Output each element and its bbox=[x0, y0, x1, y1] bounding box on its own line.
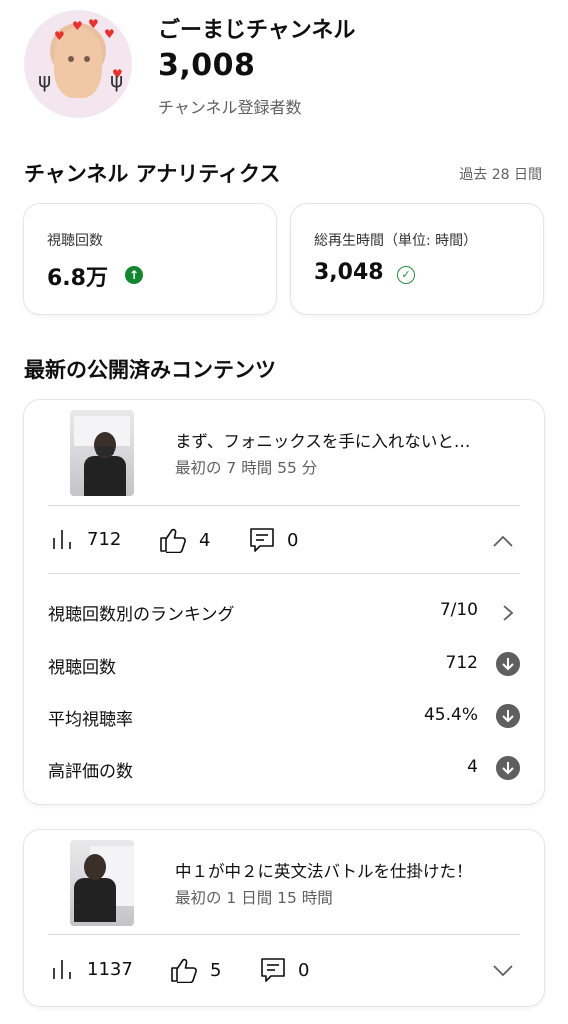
video-subtitle: 最初の 7 時間 55 分 bbox=[175, 459, 318, 477]
comment-icon bbox=[250, 528, 274, 552]
detail-label: 視聴回数 bbox=[48, 658, 116, 678]
divider bbox=[48, 505, 520, 506]
heart-icon: ♥ bbox=[88, 17, 99, 31]
avatar-eye bbox=[84, 56, 90, 62]
detail-value: 4 bbox=[467, 757, 478, 777]
person-body bbox=[74, 878, 116, 922]
content-card: まず、フォニックスを手に入れないと… 最初の 7 時間 55 分 712 4 0… bbox=[24, 400, 544, 804]
heart-icon: ♥ bbox=[104, 27, 115, 41]
bar-chart-icon bbox=[53, 960, 71, 979]
channel-name: ごーまじチャンネル bbox=[158, 18, 356, 43]
views-count: 1137 bbox=[87, 958, 133, 980]
detail-label: 高評価の数 bbox=[48, 762, 133, 782]
arrow-down-circle-icon bbox=[496, 704, 520, 728]
video-thumbnail[interactable] bbox=[70, 840, 134, 926]
video-title[interactable]: まず、フォニックスを手に入れないと… bbox=[175, 428, 527, 452]
hand-icon: ψ bbox=[110, 68, 124, 92]
person-mask bbox=[96, 446, 114, 456]
arrow-down-circle-icon bbox=[496, 652, 520, 676]
chevron-down-icon[interactable] bbox=[492, 964, 514, 978]
comments-metric: 0 bbox=[260, 957, 309, 983]
stat-value: 6.8万 bbox=[47, 266, 108, 291]
thumbs-up-icon bbox=[171, 958, 197, 983]
views-metric: 1137 bbox=[51, 958, 133, 980]
likes-metric: 5 bbox=[170, 957, 221, 983]
stat-label: 視聴回数 bbox=[47, 233, 103, 249]
chevron-up-icon[interactable] bbox=[492, 534, 514, 548]
comments-metric: 0 bbox=[249, 527, 298, 553]
ranking-value: 7/10 bbox=[439, 600, 478, 620]
detail-row-likes: 高評価の数 4 bbox=[48, 753, 520, 783]
period-label: 過去 28 日間 bbox=[459, 167, 542, 183]
views-metric: 712 bbox=[51, 528, 121, 550]
likes-count: 5 bbox=[210, 959, 222, 981]
arrow-down-circle-icon bbox=[496, 756, 520, 780]
video-subtitle: 最初の 1 日間 15 時間 bbox=[175, 889, 333, 907]
person-body bbox=[84, 456, 126, 496]
heart-icon: ♥ bbox=[72, 19, 83, 33]
thumbs-up-icon bbox=[160, 528, 186, 553]
person bbox=[74, 854, 116, 922]
detail-value: 45.4% bbox=[423, 705, 478, 725]
content-card: 中１が中２に英文法バトルを仕掛けた！ 最初の 1 日間 15 時間 1137 5… bbox=[24, 830, 544, 1006]
stat-card-watch-time[interactable]: 総再生時間（単位: 時間） 3,048 ✓ bbox=[291, 204, 543, 314]
video-thumbnail[interactable] bbox=[70, 410, 134, 496]
detail-row-views: 視聴回数 712 bbox=[48, 649, 520, 679]
views-count: 712 bbox=[87, 528, 122, 550]
ranking-label: 視聴回数別のランキング bbox=[48, 605, 235, 625]
stat-value: 3,048 bbox=[314, 260, 384, 285]
divider bbox=[48, 934, 520, 935]
channel-avatar[interactable]: ♥ ♥ ♥ ♥ ♥ ψ ψ bbox=[24, 10, 132, 118]
bar-chart-icon bbox=[53, 530, 71, 549]
detail-label: 平均視聴率 bbox=[48, 710, 133, 730]
heart-icon: ♥ bbox=[54, 29, 65, 43]
hand-icon: ψ bbox=[38, 68, 52, 92]
stat-card-views[interactable]: 視聴回数 6.8万 ↑ bbox=[24, 204, 276, 314]
stat-label: 総再生時間（単位: 時間） bbox=[314, 233, 478, 249]
check-circle-icon: ✓ bbox=[397, 266, 415, 284]
likes-count: 4 bbox=[199, 529, 211, 551]
detail-row-avg-view: 平均視聴率 45.4% bbox=[48, 701, 520, 731]
video-title[interactable]: 中１が中２に英文法バトルを仕掛けた！ bbox=[175, 858, 527, 882]
avatar-eye bbox=[68, 56, 74, 62]
channel-header: ♥ ♥ ♥ ♥ ♥ ψ ψ ごーまじチャンネル 3,008 チャンネル登録者数 bbox=[24, 10, 544, 120]
subscriber-label: チャンネル登録者数 bbox=[158, 98, 302, 117]
chevron-right-icon bbox=[503, 605, 514, 621]
comments-count: 0 bbox=[298, 959, 310, 981]
person-head bbox=[84, 854, 106, 880]
latest-content-title: 最新の公開済みコンテンツ bbox=[24, 358, 276, 382]
likes-metric: 4 bbox=[159, 527, 210, 553]
comment-icon bbox=[261, 958, 285, 982]
analytics-title: チャンネル アナリティクス bbox=[24, 162, 281, 186]
person bbox=[84, 432, 126, 496]
comments-count: 0 bbox=[287, 529, 299, 551]
ranking-row[interactable]: 視聴回数別のランキング 7/10 bbox=[48, 596, 520, 626]
arrow-up-circle-icon: ↑ bbox=[125, 266, 143, 284]
divider bbox=[48, 573, 520, 574]
subscriber-count: 3,008 bbox=[158, 48, 256, 83]
detail-value: 712 bbox=[445, 653, 478, 673]
